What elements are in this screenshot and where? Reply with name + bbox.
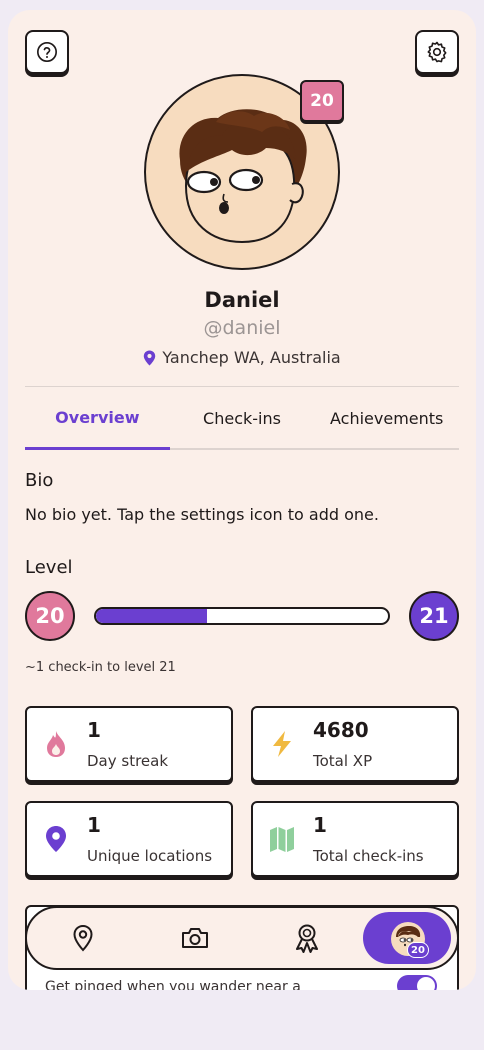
stat-value: 1 bbox=[87, 813, 101, 837]
camera-icon bbox=[182, 928, 208, 948]
lightning-icon bbox=[273, 731, 291, 757]
tab-check-ins[interactable]: Check-ins bbox=[170, 388, 315, 448]
level-hint: ~1 check-in to level 21 bbox=[25, 660, 176, 675]
location-pin-icon bbox=[144, 350, 156, 365]
bio-heading: Bio bbox=[25, 470, 54, 491]
notification-toggle[interactable] bbox=[397, 975, 437, 990]
bottom-nav: 20 bbox=[25, 906, 459, 970]
stat-value: 1 bbox=[313, 813, 327, 837]
level-progress-fill bbox=[96, 609, 207, 623]
profile-tabs: Overview Check-ins Achievements bbox=[25, 388, 459, 450]
nav-achievements[interactable] bbox=[251, 908, 363, 968]
question-circle-icon bbox=[37, 42, 57, 62]
settings-button[interactable] bbox=[415, 30, 459, 74]
profile-name: Daniel bbox=[204, 288, 280, 312]
tab-overview[interactable]: Overview bbox=[25, 388, 170, 450]
map-pin-icon bbox=[73, 924, 93, 952]
stat-value: 4680 bbox=[313, 718, 369, 742]
stat-label: Day streak bbox=[87, 752, 169, 770]
stat-card-streak: 1 Day streak bbox=[25, 706, 233, 782]
app-screen: 20 Daniel @daniel Yanchep WA, Australia … bbox=[8, 10, 476, 990]
nav-profile[interactable]: 20 bbox=[363, 912, 451, 964]
next-level-badge: 21 bbox=[409, 591, 459, 641]
help-button[interactable] bbox=[25, 30, 69, 74]
bio-text: No bio yet. Tap the settings icon to add… bbox=[25, 505, 379, 524]
stat-value: 1 bbox=[87, 718, 101, 742]
profile-avatar: 20 bbox=[144, 74, 344, 270]
location-pin-icon bbox=[46, 826, 66, 852]
stat-card-locations: 1 Unique locations bbox=[25, 801, 233, 877]
level-progress-bar bbox=[94, 607, 390, 625]
tab-achievements[interactable]: Achievements bbox=[314, 388, 459, 448]
nav-camera[interactable] bbox=[139, 908, 251, 968]
nav-map[interactable] bbox=[27, 908, 139, 968]
location-text: Yanchep WA, Australia bbox=[162, 348, 341, 367]
current-level-badge: 20 bbox=[25, 591, 75, 641]
stat-card-check-ins: 1 Total check-ins bbox=[251, 801, 459, 877]
profile-location: Yanchep WA, Australia bbox=[8, 348, 476, 367]
stat-card-xp: 4680 Total XP bbox=[251, 706, 459, 782]
stat-label: Unique locations bbox=[87, 847, 213, 865]
nav-level-badge: 20 bbox=[407, 942, 429, 958]
divider bbox=[25, 386, 459, 387]
level-heading: Level bbox=[25, 557, 73, 578]
gear-icon bbox=[427, 41, 447, 63]
map-icon bbox=[270, 827, 294, 852]
stat-label: Total check-ins bbox=[313, 847, 424, 865]
avatar-level-badge: 20 bbox=[300, 80, 344, 122]
award-ribbon-icon bbox=[296, 924, 318, 953]
stat-label: Total XP bbox=[313, 752, 373, 770]
profile-handle: @daniel bbox=[203, 317, 281, 339]
flame-icon bbox=[47, 731, 65, 757]
notification-text: Get pinged when you wander near a bbox=[45, 979, 301, 990]
